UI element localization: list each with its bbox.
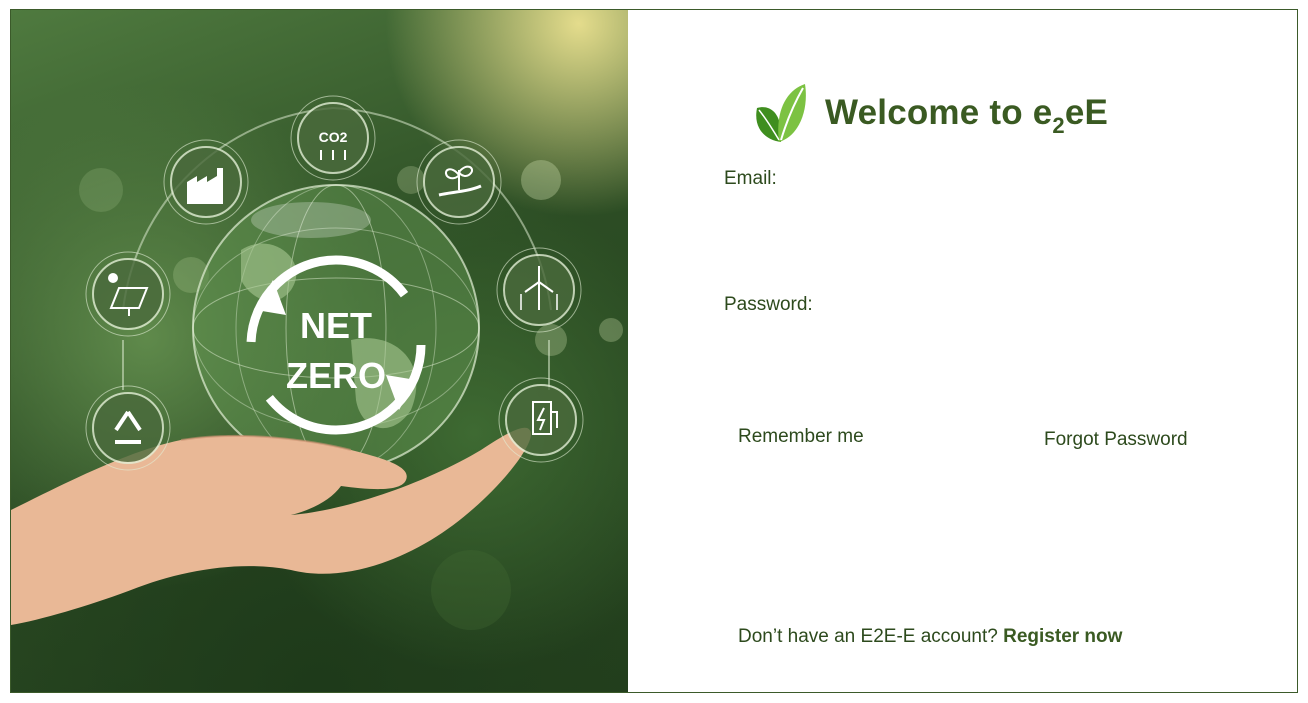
globe-icon: NET ZERO (192, 184, 480, 472)
password-field[interactable] (724, 326, 1198, 368)
title-suffix: eE (1064, 93, 1109, 132)
remember-me-checkbox[interactable]: Remember me (738, 426, 864, 448)
plant-hand-icon (416, 139, 502, 225)
ev-charger-icon (498, 377, 584, 463)
login-card: NET ZERO CO2 Welcome to e2eE Email: Pass… (10, 9, 1298, 693)
register-now-link[interactable]: Register now (1003, 626, 1122, 647)
email-label: Email: (724, 168, 777, 189)
title-subscript: 2 (1052, 113, 1065, 138)
net-text: NET (300, 305, 372, 346)
co2-icon: CO2 (290, 95, 376, 181)
co2-label: CO2 (319, 129, 348, 145)
zero-text: ZERO (286, 355, 386, 396)
brand-header: Welcome to e2eE (753, 80, 1108, 146)
net-zero-illustration: NET ZERO CO2 (11, 95, 623, 630)
login-form-panel: Welcome to e2eE Email: Password: Remembe… (628, 10, 1297, 692)
register-prompt: Don’t have an E2E-E account? Register no… (738, 626, 1122, 648)
forgot-password-link[interactable]: Forgot Password (1044, 429, 1188, 451)
remember-me-label: Remember me (738, 426, 864, 447)
leaf-logo-icon (756, 84, 806, 142)
title-prefix: Welcome to e (825, 93, 1053, 132)
password-label: Password: (724, 294, 813, 315)
email-field[interactable] (724, 200, 1198, 242)
register-prompt-text: Don’t have an E2E-E account? (738, 626, 998, 647)
net-zero-hero-image: NET ZERO CO2 (11, 10, 628, 692)
factory-icon (163, 139, 249, 225)
wind-turbine-icon (496, 247, 582, 333)
recycle-icon (85, 385, 171, 471)
solar-panel-icon (85, 251, 171, 337)
page-title: Welcome to e2eE (825, 93, 1109, 138)
